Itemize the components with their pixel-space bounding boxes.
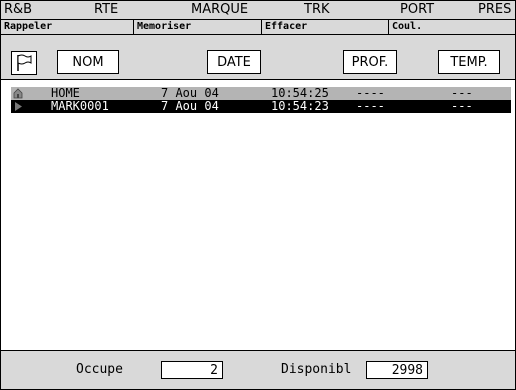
fkey-effacer[interactable]: Effacer: [262, 20, 389, 34]
fkey-rappeler[interactable]: Rappeler: [1, 20, 134, 34]
column-header-temp[interactable]: TEMP.: [438, 50, 500, 74]
occupe-value: 2: [161, 361, 223, 379]
status-bar: Occupe 2 Disponibl 2998: [1, 350, 515, 389]
column-header-nom[interactable]: NOM: [57, 50, 119, 74]
menu-tab-rte[interactable]: RTE: [94, 1, 118, 19]
play-arrow-icon: [15, 102, 22, 111]
disponible-label: Disponibl: [281, 362, 352, 377]
menu-tab-rb[interactable]: R&B: [4, 1, 32, 19]
menu-tab-port[interactable]: PORT: [400, 1, 434, 19]
occupe-label: Occupe: [76, 362, 123, 377]
menu-tab-trk[interactable]: TRK: [304, 1, 330, 19]
menu-tab-pres[interactable]: PRES: [478, 1, 511, 19]
flag-icon: [17, 54, 32, 71]
function-key-bar: Rappeler Memoriser Effacer Coul.: [1, 20, 515, 35]
row-name: MARK0001: [51, 99, 109, 113]
column-header-date[interactable]: DATE: [207, 50, 261, 74]
row-temp: ---: [451, 99, 473, 113]
column-header-row: NOM DATE PROF. TEMP.: [1, 35, 515, 80]
main-menu-bar: R&B RTE MARQUE TRK PORT PRES: [1, 1, 515, 20]
column-header-prof[interactable]: PROF.: [343, 50, 397, 74]
fkey-couleur[interactable]: Coul.: [389, 20, 515, 34]
row-date: 7 Aou 04: [161, 99, 219, 113]
disponible-value: 2998: [366, 361, 428, 379]
waypoint-list: HOME 7 Aou 04 10:54:25 ---- --- MARK0001…: [1, 80, 515, 350]
menu-tab-marque[interactable]: MARQUE: [191, 1, 248, 19]
row-time: 10:54:23: [271, 99, 329, 113]
home-icon: [13, 88, 23, 99]
list-item[interactable]: MARK0001 7 Aou 04 10:54:23 ---- ---: [11, 100, 511, 113]
fkey-memoriser[interactable]: Memoriser: [134, 20, 262, 34]
sort-flag-button[interactable]: [11, 51, 37, 75]
row-prof: ----: [356, 99, 385, 113]
